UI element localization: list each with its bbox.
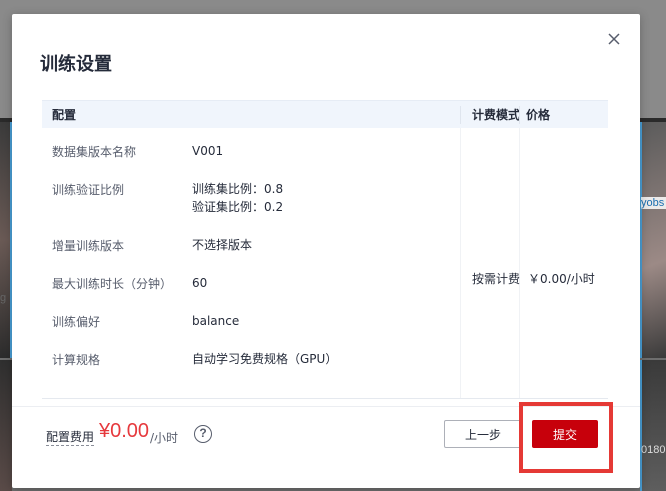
- training-settings-dialog: 训练设置 配置 计费模式 价格 数据集版本名称 V001 训练验证比例 训练集比…: [12, 14, 640, 488]
- price-cell: ￥0.00/小时: [528, 272, 595, 286]
- row-label: 计算规格: [52, 353, 101, 367]
- dialog-title: 训练设置: [40, 54, 112, 75]
- background-tile-label: 01809: [641, 444, 666, 456]
- row-label: 训练验证比例: [52, 183, 125, 197]
- billing-mode-cell: 按需计费: [472, 272, 520, 286]
- close-icon[interactable]: [606, 31, 622, 47]
- table-body: 数据集版本名称 V001 训练验证比例 训练集比例：0.8 验证集比例：0.2 …: [42, 128, 608, 398]
- table-header: 配置 计费模式 价格: [42, 100, 608, 128]
- header-price: 价格: [526, 108, 551, 122]
- row-label: 增量训练版本: [52, 239, 125, 253]
- row-value: 60: [192, 276, 208, 290]
- row-label: 最大训练时长（分钟）: [52, 277, 173, 291]
- row-value: 自动学习免费规格（GPU）: [192, 352, 338, 366]
- header-billing: 计费模式: [472, 108, 520, 122]
- row-label: 数据集版本名称: [52, 145, 137, 159]
- table-bottom-border: [42, 398, 608, 399]
- background-image-tile: [640, 360, 666, 491]
- row-value: 验证集比例：0.2: [192, 200, 284, 214]
- row-label: 训练偏好: [52, 315, 101, 329]
- column-divider: [460, 106, 461, 124]
- background-image-tile: [0, 360, 12, 491]
- background-tile-label: yobs: [641, 197, 666, 209]
- row-value: V001: [192, 144, 224, 158]
- background-tile-label: g: [0, 292, 7, 304]
- background-image-tile: [0, 122, 12, 358]
- row-value: balance: [192, 314, 240, 328]
- config-table: 配置 计费模式 价格 数据集版本名称 V001 训练验证比例 训练集比例：0.8…: [42, 100, 608, 412]
- help-icon[interactable]: ?: [194, 425, 212, 443]
- footer-divider: [12, 406, 640, 407]
- row-value: 不选择版本: [192, 238, 253, 252]
- submit-button[interactable]: 提交: [532, 420, 598, 448]
- config-fee-unit: /小时: [150, 431, 179, 445]
- background-image-tile: [640, 122, 666, 358]
- config-fee-amount: ¥0.00: [99, 420, 150, 442]
- row-value: 训练集比例：0.8: [192, 182, 284, 196]
- config-fee-label[interactable]: 配置费用: [46, 429, 95, 446]
- header-config: 配置: [52, 108, 77, 122]
- column-divider: [519, 106, 520, 124]
- previous-step-button[interactable]: 上一步: [444, 420, 522, 448]
